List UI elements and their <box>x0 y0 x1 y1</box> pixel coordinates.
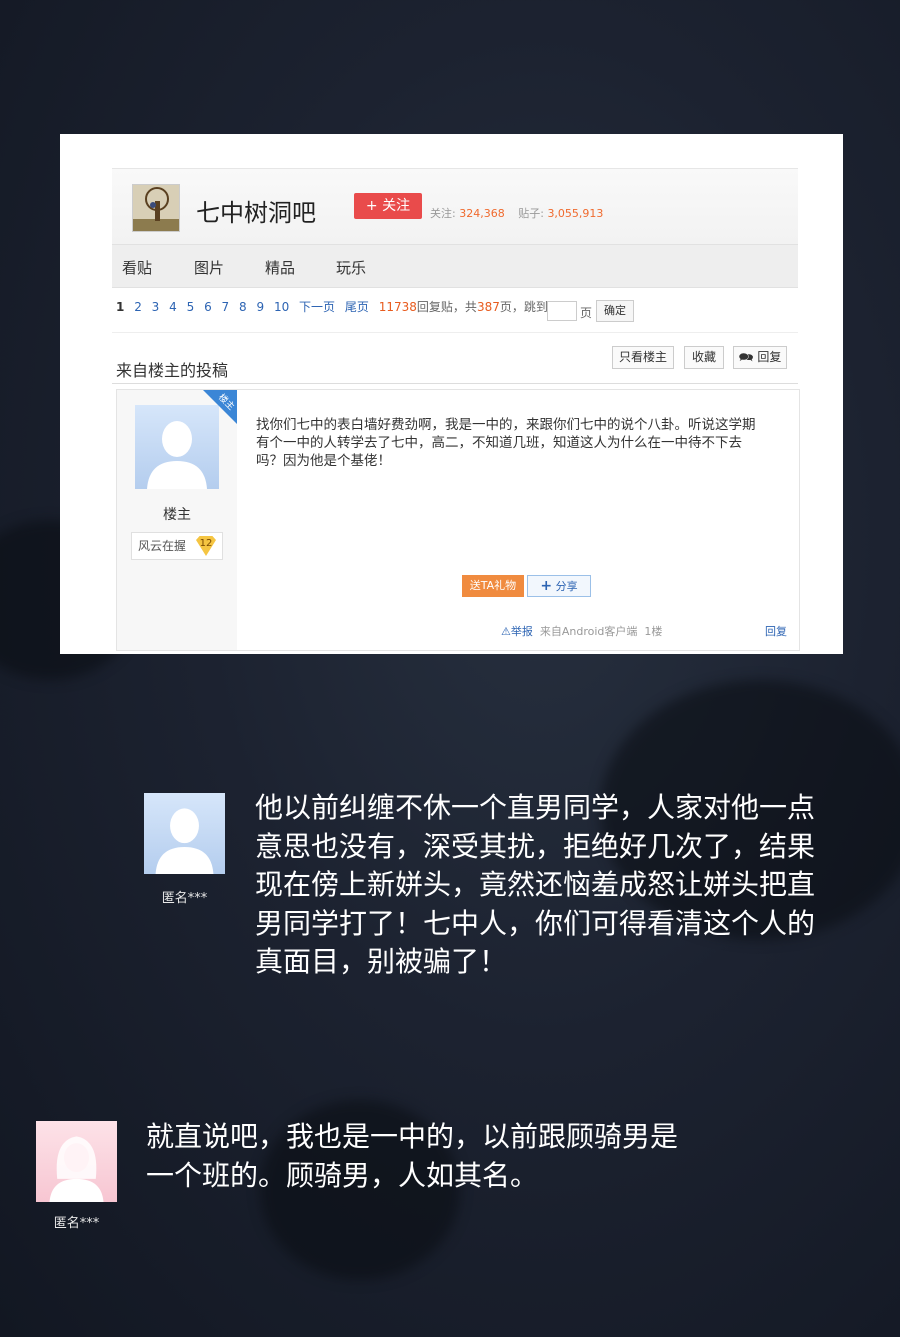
post-source: 来自Android客户端 <box>539 625 638 638</box>
page-link[interactable]: 5 <box>187 300 195 314</box>
total-pages: 387 <box>476 300 500 314</box>
page-unit: 页 <box>580 306 593 320</box>
floor-label: 1楼 <box>644 625 663 638</box>
page-link[interactable]: 10 <box>274 300 289 314</box>
comment-author: 匿名*** <box>161 891 208 906</box>
post-footer: ⚠举报 来自Android客户端 1楼 <box>501 623 662 639</box>
page-link[interactable]: 7 <box>222 300 230 314</box>
page-link[interactable]: 4 <box>169 300 177 314</box>
page-link[interactable]: 8 <box>239 300 247 314</box>
confirm-button[interactable]: 确定 <box>596 300 634 322</box>
forum-title[interactable]: 七中树洞吧 <box>196 193 316 228</box>
forum-screenshot: 七中树洞吧 + 关注 关注: 324,368 贴子: 3,055,913 看贴 … <box>60 134 843 654</box>
followers-label: 关注: <box>430 207 456 220</box>
op-corner-label: 楼主 <box>216 392 236 413</box>
tab-featured[interactable]: 精品 <box>265 257 295 278</box>
replies-count: 11738 <box>378 300 417 314</box>
user-badge: 风云在握 12 <box>131 532 223 560</box>
page-current: 1 <box>116 300 125 314</box>
post: 楼主 楼主 风云在握 12 找你们七中的表白墙好费劲啊，我是一中的，来跟你们七中… <box>116 389 800 651</box>
post-author-panel: 楼主 楼主 风云在握 12 <box>117 390 237 650</box>
page-link[interactable]: 3 <box>152 300 160 314</box>
share-plus-icon: + <box>540 578 553 594</box>
section-title: 来自楼主的投稿 <box>116 361 229 380</box>
comment-text: 就直说吧，我也是一中的，以前跟顾骑男是一个班的。顾骑男，人如其名。 <box>146 1120 679 1192</box>
op-corner-badge: 楼主 <box>203 390 237 424</box>
jump-label: 页，跳到 <box>499 300 548 314</box>
share-button[interactable]: + 分享 <box>527 575 591 597</box>
next-page-link[interactable]: 下一页 <box>299 300 335 314</box>
report-link[interactable]: 举报 <box>511 625 533 638</box>
tab-images[interactable]: 图片 <box>194 257 224 278</box>
tree-icon <box>133 185 179 231</box>
page-link[interactable]: 6 <box>204 300 212 314</box>
reply-bubble-icon: 🗪 <box>738 350 754 364</box>
replies-label: 回复贴，共 <box>416 300 477 314</box>
last-page-link[interactable]: 尾页 <box>345 300 369 314</box>
pagination: 1 2 3 4 5 6 7 8 9 10 下一页 尾页 11738回复贴，共38… <box>116 298 554 315</box>
only-op-button[interactable]: 只看楼主 <box>612 346 674 369</box>
post-section-header: 来自楼主的投稿 只看楼主 收藏 🗪 回复 <box>112 332 798 384</box>
forum-avatar[interactable] <box>132 184 180 232</box>
followers-count: 324,368 <box>459 207 505 220</box>
reply-button[interactable]: 🗪 回复 <box>733 346 787 369</box>
comment-avatar[interactable] <box>144 793 225 874</box>
tab-posts[interactable]: 看贴 <box>122 257 152 278</box>
favorite-button[interactable]: 收藏 <box>684 346 724 369</box>
comment-avatar[interactable] <box>36 1121 117 1202</box>
forum-tabs: 看贴 图片 精品 玩乐 <box>112 244 798 288</box>
level-badge-icon: 12 <box>196 536 216 556</box>
comment-author: 匿名*** <box>53 1216 100 1231</box>
share-label: 分享 <box>555 580 578 593</box>
badge-label: 风云在握 <box>138 539 187 553</box>
page-link[interactable]: 9 <box>256 300 264 314</box>
male-avatar-icon <box>144 793 225 874</box>
post-body: 找你们七中的表白墙好费劲啊，我是一中的，来跟你们七中的说个八卦。听说这学期有个一… <box>256 417 756 469</box>
gift-button[interactable]: 送TA礼物 <box>462 575 524 597</box>
post-reply-link[interactable]: 回复 <box>765 623 787 639</box>
follow-button[interactable]: + 关注 <box>354 193 422 219</box>
report-warning-icon: ⚠ <box>501 625 511 638</box>
forum-stats: 关注: 324,368 贴子: 3,055,913 <box>430 205 613 221</box>
posts-label: 贴子: <box>518 207 544 220</box>
page-link[interactable]: 2 <box>134 300 142 314</box>
female-avatar-icon <box>36 1121 117 1202</box>
reply-button-label: 回复 <box>757 350 782 364</box>
posts-count: 3,055,913 <box>547 207 604 220</box>
tab-fun[interactable]: 玩乐 <box>336 257 366 278</box>
comment-text: 他以前纠缠不休一个直男同学，人家对他一点意思也没有，深受其扰，拒绝好几次了，结果… <box>255 791 816 978</box>
forum-header: 七中树洞吧 + 关注 关注: 324,368 贴子: 3,055,913 <box>112 168 798 244</box>
jump-page-input[interactable] <box>547 301 577 321</box>
post-username[interactable]: 楼主 <box>117 504 237 524</box>
